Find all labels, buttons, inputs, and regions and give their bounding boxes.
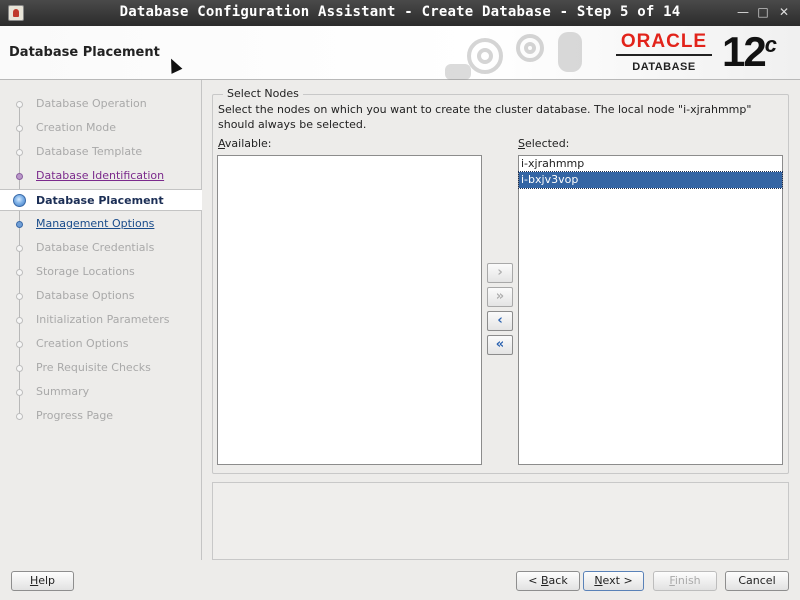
window-titlebar: Database Configuration Assistant - Creat…: [0, 0, 800, 26]
nav-step-label: Pre Requisite Checks: [36, 361, 151, 374]
available-label-rest: vailable:: [224, 137, 272, 150]
back-rest: ack: [548, 574, 568, 587]
nav-step-creation-options: Creation Options: [0, 333, 202, 355]
move-right-button[interactable]: ›: [487, 263, 513, 283]
finish-button[interactable]: Finish: [653, 571, 717, 591]
step-status-icon: [16, 101, 23, 108]
step-status-icon: [16, 125, 23, 132]
nav-step-initialization-parameters: Initialization Parameters: [0, 309, 202, 331]
step-status-icon: [16, 317, 23, 324]
version-suffix: c: [764, 32, 777, 57]
group-title: Select Nodes: [223, 87, 303, 100]
selected-node-item[interactable]: i-bxjv3vop: [518, 171, 783, 189]
help-rest: elp: [38, 574, 56, 587]
move-all-left-button[interactable]: «: [487, 335, 513, 355]
nav-step-label: Database Operation: [36, 97, 147, 110]
minimize-icon[interactable]: —: [736, 5, 750, 19]
nav-step-label: Storage Locations: [36, 265, 135, 278]
window-title: Database Configuration Assistant - Creat…: [119, 4, 681, 20]
back-button[interactable]: < Back: [516, 571, 580, 591]
step-status-icon: [16, 173, 23, 180]
nav-step-database-credentials: Database Credentials: [0, 237, 202, 259]
nav-step-creation-mode: Creation Mode: [0, 117, 202, 139]
step-status-icon: [16, 221, 23, 228]
oracle-logo: ORACLE DATABASE: [612, 32, 716, 73]
page-title: Database Placement: [9, 45, 160, 60]
nav-step-label: Creation Options: [36, 337, 129, 350]
step-status-icon: [16, 269, 23, 276]
version-badge: 12c: [722, 28, 777, 76]
nav-step-label: Progress Page: [36, 409, 114, 422]
step-status-icon: [16, 293, 23, 300]
nav-step-label: Creation Mode: [36, 121, 117, 134]
move-left-button[interactable]: ‹: [487, 311, 513, 331]
message-pane: [212, 482, 789, 560]
nav-step-database-operation: Database Operation: [0, 93, 202, 115]
select-nodes-description: Select the nodes on which you want to cr…: [218, 103, 752, 131]
nav-step-progress-page: Progress Page: [0, 405, 202, 427]
nav-step-label: Management Options: [36, 217, 155, 230]
selected-label-mnemonic: S: [518, 137, 525, 150]
next-rest: ext >: [602, 574, 633, 587]
nav-step-database-options: Database Options: [0, 285, 202, 307]
selected-node-item[interactable]: i-xjrahmmp: [519, 156, 782, 172]
help-button[interactable]: Help: [11, 571, 74, 591]
page-header: Database Placement ORACLE DATABASE 12c: [0, 26, 800, 80]
version-number: 12: [722, 28, 767, 75]
next-mnemonic: N: [594, 574, 603, 587]
next-button[interactable]: Next >: [583, 571, 644, 591]
maximize-icon[interactable]: □: [756, 5, 770, 19]
nav-step-database-identification[interactable]: Database Identification: [0, 165, 202, 187]
step-status-icon: [16, 365, 23, 372]
cancel-button[interactable]: Cancel: [725, 571, 789, 591]
step-status-icon: [16, 389, 23, 396]
step-status-icon: [16, 149, 23, 156]
nav-step-label: Database Template: [36, 145, 143, 158]
back-mnemonic: B: [541, 574, 549, 587]
nav-step-pre-requisite-checks: Pre Requisite Checks: [0, 357, 202, 379]
nav-step-label: Initialization Parameters: [36, 313, 170, 326]
logo-rule: [616, 54, 712, 56]
nav-step-summary: Summary: [0, 381, 202, 403]
oracle-logo-text: ORACLE: [620, 31, 708, 52]
close-icon[interactable]: ✕: [777, 5, 791, 19]
step-status-icon: [16, 413, 23, 420]
selected-label-rest: elected:: [524, 137, 570, 150]
step-status-icon: [13, 194, 26, 207]
available-nodes-list[interactable]: [217, 155, 482, 465]
available-label-mnemonic: A: [218, 137, 225, 150]
move-all-right-button[interactable]: »: [487, 287, 513, 307]
nav-step-label: Database Options: [36, 289, 135, 302]
step-navigation: Database Operation Creation Mode Database …: [0, 80, 202, 560]
nav-step-label: Database Identification: [36, 169, 165, 182]
nav-step-label: Summary: [36, 385, 90, 398]
nav-step-storage-locations: Storage Locations: [0, 261, 202, 283]
step-status-icon: [16, 245, 23, 252]
selected-nodes-list[interactable]: i-xjrahmmp i-bxjv3vop: [518, 155, 783, 465]
nav-step-label: Database Credentials: [36, 241, 155, 254]
help-mnemonic: H: [29, 574, 39, 587]
back-lead: <: [528, 574, 541, 587]
step-status-icon: [16, 341, 23, 348]
nav-step-database-template: Database Template: [0, 141, 202, 163]
available-label: Available:: [218, 137, 272, 150]
nav-step-management-options[interactable]: Management Options: [0, 213, 202, 235]
nav-step-database-placement: Database Placement: [0, 189, 202, 211]
gears-decoration-icon: [445, 32, 582, 80]
finish-rest: inish: [674, 574, 701, 587]
selected-label: Selected:: [518, 137, 569, 150]
oracle-logo-subtext: DATABASE: [632, 61, 696, 73]
nav-step-label: Database Placement: [36, 194, 164, 207]
